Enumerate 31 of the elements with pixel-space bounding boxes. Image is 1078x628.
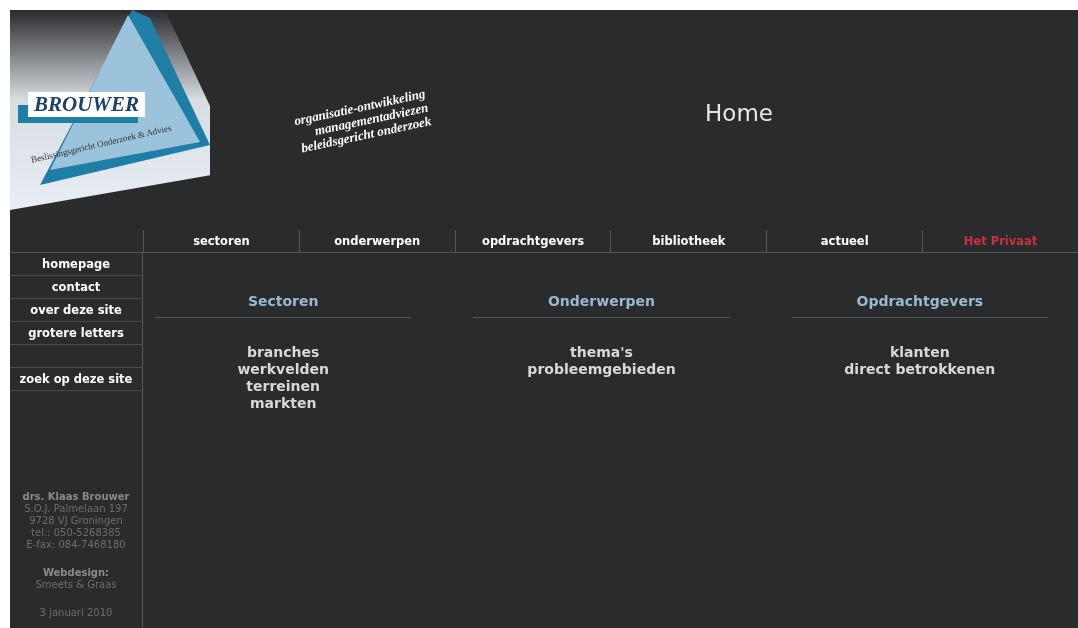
credit-text: Smeets & Graas [35, 579, 117, 591]
nav-link[interactable]: bibliotheek [610, 230, 767, 252]
section-heading: Sectoren [247, 293, 319, 309]
sidebar-link[interactable]: zoek op deze site [10, 368, 142, 391]
page-title: Home [705, 100, 774, 126]
section-heading: Onderwerpen [547, 293, 656, 309]
nav-link[interactable]: opdrachtgevers [454, 230, 611, 252]
section-link[interactable]: terreinen [246, 378, 320, 395]
section-link[interactable]: direct betrokkenen [844, 361, 996, 378]
contact-line: E-fax: 084-7468180 [26, 539, 126, 551]
contact-line: 9728 VJ Groningen [29, 515, 123, 527]
credit-heading: Webdesign: [42, 567, 110, 579]
section-link[interactable]: probleemgebieden [527, 361, 676, 378]
section-link[interactable]: branches [246, 344, 320, 361]
section-heading: Opdrachtgevers [856, 293, 984, 309]
nav-link[interactable]: actueel [766, 230, 923, 252]
section-link[interactable]: klanten [890, 344, 950, 361]
contact-line: S.O.J. Palmelaan 197 [24, 503, 128, 515]
logo-wordmark: BROUWER [28, 92, 146, 117]
nav-link[interactable]: onderwerpen [298, 230, 455, 252]
date-text: 3 januari 2010 [38, 607, 114, 618]
section-link[interactable]: markten [249, 395, 317, 412]
nav-link[interactable]: sectoren [143, 230, 299, 252]
contact-name: drs. Klaas Brouwer [22, 491, 130, 503]
section-link[interactable]: thema's [570, 344, 633, 361]
sidebar-link[interactable]: contact [10, 276, 142, 299]
sidebar-link[interactable]: grotere letters [10, 322, 142, 345]
section-link[interactable]: werkvelden [237, 361, 329, 378]
contact-line: tel.: 050-5268385 [31, 527, 121, 539]
sidebar-link[interactable]: homepage [10, 253, 142, 276]
sidebar-link[interactable]: over deze site [10, 299, 142, 322]
